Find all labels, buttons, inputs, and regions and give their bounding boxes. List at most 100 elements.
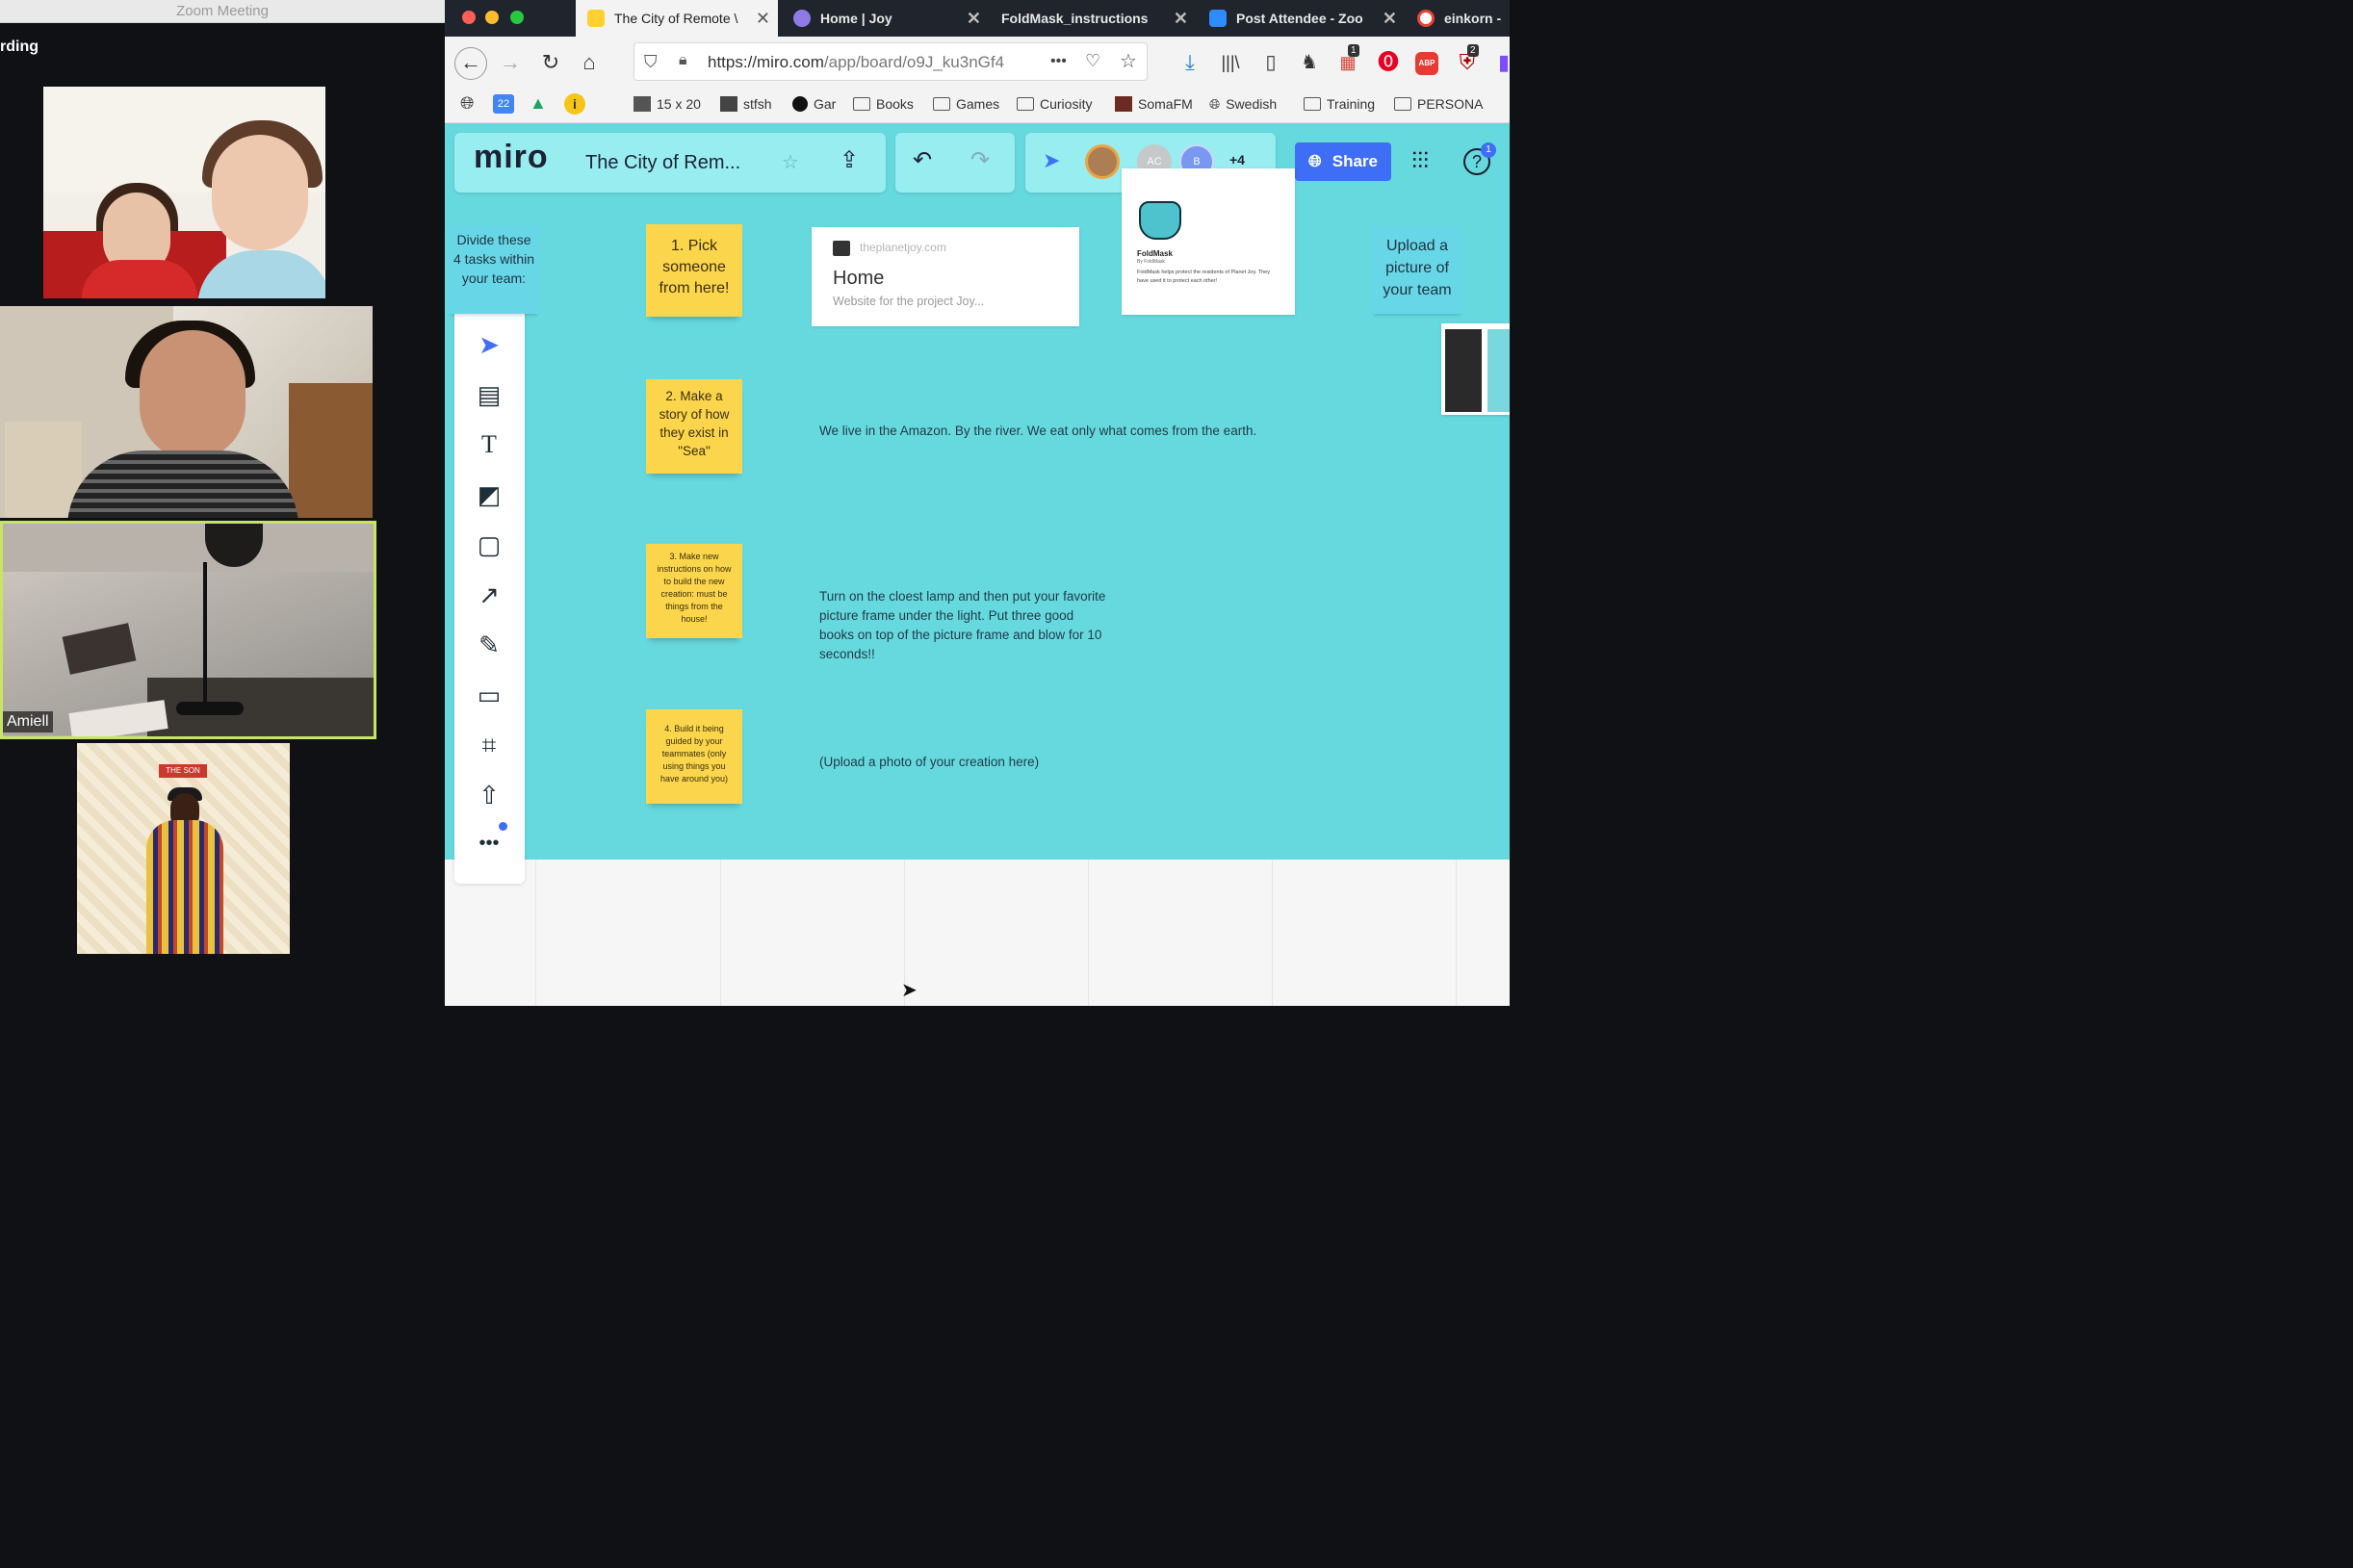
globe-icon: 🌐︎ bbox=[1209, 96, 1221, 112]
drive-icon[interactable]: ▲ bbox=[530, 93, 547, 114]
grid-line bbox=[535, 860, 536, 1006]
star-icon[interactable]: ☆ bbox=[782, 150, 799, 174]
globe-icon[interactable]: 🌐︎ bbox=[460, 93, 474, 114]
bookmark-label: Training bbox=[1327, 96, 1376, 112]
bookmark-books[interactable]: Books bbox=[853, 96, 914, 112]
text-block[interactable]: (Upload a photo of your creation here) bbox=[819, 753, 1108, 772]
close-window-button[interactable] bbox=[462, 11, 476, 24]
tab-google-einkorn[interactable]: einkorn - bbox=[1406, 0, 1510, 37]
tab-miro-board[interactable]: The City of Remote \ ✕ bbox=[576, 0, 778, 37]
team-photo-thumbnail[interactable] bbox=[1441, 323, 1510, 415]
avatar[interactable] bbox=[1085, 144, 1120, 179]
instructions-card[interactable]: Divide these 4 tasks within your team: bbox=[448, 225, 540, 314]
bookmark-15x20[interactable]: 15 x 20 bbox=[634, 96, 701, 112]
sticky-note-2[interactable]: 2. Make a story of how they exist in "Se… bbox=[646, 379, 742, 474]
forward-button[interactable]: → bbox=[497, 50, 524, 77]
reload-button[interactable]: ↻ bbox=[537, 50, 564, 77]
upload-export-icon[interactable]: ⇪ bbox=[840, 146, 859, 174]
video-tile[interactable]: THE SON bbox=[77, 743, 290, 954]
settings-sliders-icon[interactable]: ⫶⫶⫶ bbox=[1411, 148, 1429, 175]
video-tile[interactable] bbox=[43, 87, 325, 298]
tab-foldmask[interactable]: FoldMask_instructions ✕ bbox=[990, 0, 1196, 37]
page-actions-icon[interactable]: ••• bbox=[1050, 53, 1067, 70]
pinterest-icon[interactable]: ⓿ bbox=[1375, 50, 1402, 77]
tab-zoom-attendee[interactable]: Post Attendee - Zoo ✕ bbox=[1198, 0, 1405, 37]
text-block[interactable]: Turn on the cloest lamp and then put you… bbox=[819, 587, 1108, 664]
more-collaborators[interactable]: +4 bbox=[1229, 152, 1245, 167]
zoom-window: Zoom Meeting rding Amiell THE SON bbox=[0, 0, 445, 1006]
tool-sidebar: ➤ ▤ T ◩ ▢ ↗ ✎ ▭ ⌗ ⇧ ••• bbox=[454, 308, 525, 884]
extension-chess-icon[interactable]: ♞ bbox=[1296, 50, 1323, 77]
bookmark-stfsh[interactable]: stfsh bbox=[720, 96, 772, 112]
library-icon[interactable]: |||\ bbox=[1217, 50, 1244, 77]
zoom-window-button[interactable] bbox=[510, 11, 524, 24]
foldmask-card[interactable]: FoldMask By FoldMask FoldMask helps prot… bbox=[1122, 168, 1295, 315]
folder-icon bbox=[1394, 97, 1411, 111]
bookmark-persona[interactable]: PERSONA bbox=[1394, 96, 1483, 112]
frame-icon[interactable]: ⌗ bbox=[474, 730, 504, 760]
extension-purple-icon[interactable]: ▮ bbox=[1490, 50, 1517, 77]
badge: 2 bbox=[1467, 44, 1479, 57]
info-icon[interactable]: i bbox=[564, 93, 585, 115]
pen-icon[interactable]: ✎ bbox=[474, 630, 504, 660]
bookmark-somafm[interactable]: SomaFM bbox=[1115, 96, 1193, 112]
close-tab-icon[interactable]: ✕ bbox=[756, 0, 770, 37]
upload-icon[interactable]: ⇧ bbox=[474, 780, 504, 810]
text-tool-icon[interactable]: T bbox=[474, 429, 504, 460]
arrow-line-icon[interactable]: ↗ bbox=[474, 579, 504, 610]
bookmark-gar[interactable]: Gar bbox=[792, 96, 836, 112]
calendar-icon[interactable]: 22 bbox=[493, 94, 514, 114]
tab-home-joy[interactable]: Home | Joy ✕ bbox=[782, 0, 989, 37]
close-tab-icon[interactable]: ✕ bbox=[1383, 0, 1397, 37]
bookmark-training[interactable]: Training bbox=[1304, 96, 1375, 112]
sticky-note-icon[interactable]: ◩ bbox=[474, 479, 504, 510]
templates-icon[interactable]: ▤ bbox=[474, 379, 504, 410]
bookmark-curiosity[interactable]: Curiosity bbox=[1017, 96, 1092, 112]
pocket-icon[interactable]: ♡ bbox=[1085, 51, 1100, 71]
bookmark-swedish[interactable]: 🌐︎ Swedish bbox=[1209, 96, 1277, 113]
bookmark-star-icon[interactable]: ☆ bbox=[1120, 49, 1137, 73]
url-bar[interactable]: ⛉ 🔒︎ https://miro.com/app/board/o9J_ku3n… bbox=[634, 42, 1148, 81]
home-button[interactable]: ⌂ bbox=[576, 50, 603, 77]
image-icon bbox=[1115, 96, 1132, 112]
shield-icon[interactable]: ⛉ bbox=[644, 52, 658, 72]
card-body: FoldMask helps protect the residents of … bbox=[1137, 270, 1270, 284]
tab-label: FoldMask_instructions bbox=[1001, 11, 1149, 26]
close-tab-icon[interactable]: ✕ bbox=[1174, 0, 1188, 37]
more-tools-icon[interactable]: ••• bbox=[474, 828, 504, 859]
redo-icon[interactable]: ↷ bbox=[970, 146, 990, 174]
minimize-window-button[interactable] bbox=[485, 11, 499, 24]
text-block[interactable]: We live in the Amazon. By the river. We … bbox=[819, 422, 1320, 441]
sticky-note-1[interactable]: 1. Pick someone from here! bbox=[646, 224, 742, 317]
card-title: Home bbox=[833, 268, 885, 289]
lock-icon[interactable]: 🔒︎ bbox=[679, 52, 687, 69]
upload-team-card[interactable]: Upload a picture of your team bbox=[1371, 225, 1463, 314]
sticky-note-3[interactable]: 3. Make new instructions on how to build… bbox=[646, 544, 742, 638]
board-title[interactable]: The City of Rem... bbox=[585, 152, 740, 174]
miro-logo[interactable]: miro bbox=[474, 139, 549, 176]
bookmark-label: stfsh bbox=[743, 96, 772, 112]
video-person-body bbox=[146, 820, 223, 954]
miro-board[interactable]: miro The City of Rem... ☆ ⇪ ↶ ↷ ➤ AC B +… bbox=[445, 123, 1510, 1006]
ublock-icon[interactable]: ⛨ 2 bbox=[1454, 44, 1481, 77]
sidebar-icon[interactable]: ▯ bbox=[1257, 50, 1284, 77]
comment-icon[interactable]: ▭ bbox=[474, 680, 504, 710]
bookmark-label: Games bbox=[956, 96, 1000, 112]
back-button[interactable]: ← bbox=[454, 47, 487, 80]
undo-icon[interactable]: ↶ bbox=[913, 146, 932, 174]
extension-todoist-icon[interactable]: ▦ 1 bbox=[1334, 44, 1361, 77]
website-card[interactable]: theplanetjoy.com Home Website for the pr… bbox=[812, 227, 1079, 326]
sticky-note-4[interactable]: 4. Build it being guided by your teammat… bbox=[646, 709, 742, 804]
card-domain: theplanetjoy.com bbox=[860, 241, 946, 254]
cursor-follow-icon[interactable]: ➤ bbox=[1043, 148, 1060, 173]
downloads-icon[interactable]: ⤓ bbox=[1176, 50, 1203, 77]
select-cursor-icon[interactable]: ➤ bbox=[474, 329, 504, 360]
bookmark-games[interactable]: Games bbox=[933, 96, 999, 112]
close-tab-icon[interactable]: ✕ bbox=[967, 0, 981, 37]
url-text: https://miro.com/app/board/o9J_ku3nGf4 bbox=[708, 43, 1004, 82]
video-tile[interactable] bbox=[0, 306, 373, 518]
adblock-icon[interactable]: ABP bbox=[1413, 50, 1440, 77]
video-tile-active-speaker[interactable]: Amiell bbox=[0, 521, 376, 739]
shape-tool-icon[interactable]: ▢ bbox=[474, 529, 504, 560]
share-button[interactable]: 🌐︎ Share bbox=[1295, 142, 1391, 181]
